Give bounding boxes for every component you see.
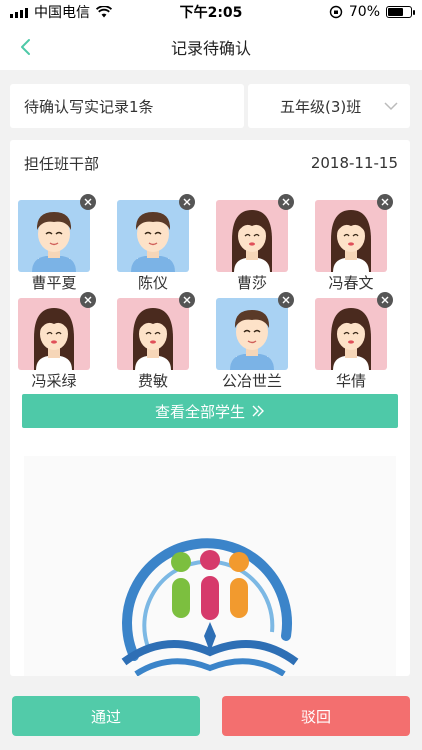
remove-student-button[interactable] [80,194,96,210]
close-icon [183,198,191,206]
student-item[interactable]: 冯采绿 [10,292,102,390]
school-logo-image [121,538,299,676]
approve-button[interactable]: 通过 [12,696,200,736]
record-card: 担任班干部 2018-11-15 曹平夏 陈仪 曹莎 冯春文冯采绿 费敏 公冶世兰 华倩 查… [10,140,410,676]
close-icon [381,198,389,206]
battery-icon [386,6,415,18]
avatar [117,200,189,272]
student-item[interactable]: 陈仪 [105,194,201,292]
signal-icon [10,6,28,18]
student-item[interactable]: 冯春文 [303,194,399,292]
pending-records-text: 待确认写实记录1条 [24,97,154,116]
clock-time: 下午2:05 [179,5,243,21]
class-select[interactable]: 五年级(3)班 [248,84,410,128]
wifi-icon [96,6,112,18]
page-title: 记录待确认 [170,39,251,58]
close-icon [282,296,290,304]
pending-records-label: 待确认写实记录1条 [10,84,244,128]
double-chevron-right-icon [252,405,264,417]
student-name: 冯春文 [328,274,374,292]
avatar [315,200,387,272]
student-item[interactable]: 曹平夏 [10,194,102,292]
status-bar: 中国电信 下午2:05 70% [0,0,422,24]
student-name: 华倩 [335,372,366,390]
avatar [216,200,288,272]
student-name: 曹莎 [236,274,267,292]
approve-label: 通过 [90,707,121,726]
close-icon [84,198,92,206]
filter-bar: 待确认写实记录1条 五年级(3)班 [10,84,410,128]
action-bar: 通过 驳回 [0,686,422,750]
nav-bar: 记录待确认 [0,24,422,70]
rotation-lock-icon [329,5,343,19]
close-icon [381,296,389,304]
close-icon [84,296,92,304]
student-name: 冯采绿 [31,372,77,390]
reject-label: 驳回 [300,707,331,726]
avatar [117,298,189,370]
back-button[interactable] [14,34,36,60]
student-item[interactable]: 公冶世兰 [204,292,300,390]
student-item[interactable]: 华倩 [303,292,399,390]
record-image [24,456,396,676]
remove-student-button[interactable] [179,292,195,308]
avatar [216,298,288,370]
student-name: 陈仪 [137,274,168,292]
avatar [18,200,90,272]
student-name: 费敏 [137,372,168,390]
view-all-label: 查看全部学生 [154,402,245,421]
close-icon [282,198,290,206]
chevron-left-icon [21,39,30,55]
carrier-label: 中国电信 [34,5,90,21]
remove-student-button[interactable] [179,194,195,210]
battery-percent: 70% [348,4,380,20]
remove-student-button[interactable] [377,194,393,210]
student-name: 公冶世兰 [221,372,282,390]
student-item[interactable]: 费敏 [105,292,201,390]
remove-student-button[interactable] [377,292,393,308]
record-role: 担任班干部 [24,154,100,173]
close-icon [183,296,191,304]
remove-student-button[interactable] [278,292,294,308]
student-item[interactable]: 曹莎 [204,194,300,292]
record-date: 2018-11-15 [310,154,398,172]
student-name: 曹平夏 [31,274,77,292]
avatar [315,298,387,370]
record-header: 担任班干部 2018-11-15 [10,140,410,186]
chevron-down-icon [384,102,398,111]
class-select-value: 五年级(3)班 [280,97,362,116]
student-grid: 曹平夏 陈仪 曹莎 冯春文冯采绿 费敏 公冶世兰 华倩 [10,186,410,392]
reject-button[interactable]: 驳回 [222,696,410,736]
view-all-students-button[interactable]: 查看全部学生 [22,394,398,428]
remove-student-button[interactable] [80,292,96,308]
remove-student-button[interactable] [278,194,294,210]
avatar [18,298,90,370]
